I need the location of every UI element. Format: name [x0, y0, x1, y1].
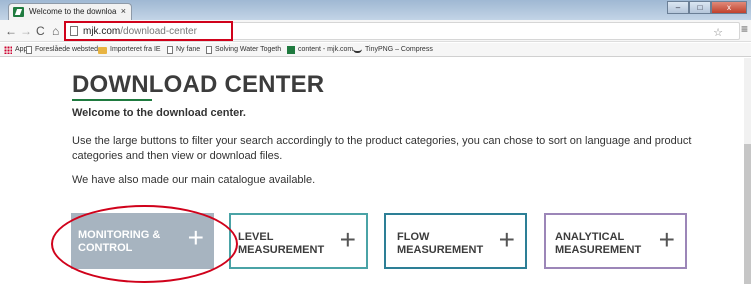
- level-measurement-button[interactable]: LEVEL MEASUREMENT +: [229, 213, 368, 269]
- tab-close-icon[interactable]: ×: [121, 4, 126, 19]
- category-label-line2: CONTROL: [78, 242, 133, 254]
- browser-tab[interactable]: Welcome to the downloa ×: [8, 3, 132, 20]
- tab-title: Welcome to the downloa: [29, 7, 117, 16]
- scrollbar-thumb[interactable]: [744, 144, 751, 284]
- category-label-line1: MONITORING &: [78, 229, 161, 241]
- category-label-line1: FLOW: [397, 231, 430, 243]
- apps-icon: [4, 46, 12, 54]
- folder-icon: [98, 46, 107, 54]
- monitoring-control-button[interactable]: MONITORING & CONTROL +: [71, 213, 214, 269]
- browser-menu-icon[interactable]: ≡: [741, 22, 748, 36]
- bookmark-label: TinyPNG – Compress: [365, 46, 433, 53]
- bookmark-item[interactable]: Foreslåede websteder: [26, 43, 104, 57]
- plus-icon: +: [187, 222, 204, 253]
- category-label: MONITORING & CONTROL: [78, 229, 160, 255]
- category-label-line1: ANALYTICAL: [555, 231, 625, 243]
- back-arrow-icon[interactable]: ←: [5, 23, 17, 39]
- home-icon[interactable]: ⌂: [52, 23, 59, 39]
- mjk-icon: [287, 46, 295, 54]
- page-icon: [167, 46, 173, 54]
- bookmark-item[interactable]: content - mjk.com: [287, 43, 353, 57]
- page-title: DOWNLOAD CENTER: [72, 71, 325, 98]
- reload-icon[interactable]: C: [36, 23, 45, 39]
- tinypng-icon: [353, 47, 362, 53]
- page-icon: [206, 46, 212, 54]
- plus-icon: +: [339, 224, 356, 255]
- title-underline: [72, 99, 152, 101]
- catalogue-text: We have also made our main catalogue ava…: [72, 174, 316, 186]
- close-window-button[interactable]: x: [711, 1, 747, 14]
- bookmark-label: Ny fane: [176, 46, 201, 53]
- bookmark-item[interactable]: Importeret fra IE: [98, 43, 161, 57]
- bookmarks-bar: Apps Foreslåede websteder Importeret fra…: [0, 43, 751, 57]
- analytical-measurement-button[interactable]: ANALYTICAL MEASUREMENT +: [544, 213, 687, 269]
- page-viewport: DOWNLOAD CENTER Welcome to the download …: [0, 58, 751, 284]
- welcome-heading: Welcome to the download center.: [72, 107, 246, 119]
- browser-titlebar: Welcome to the downloa × – □ x: [0, 0, 751, 20]
- category-label-line2: MEASUREMENT: [555, 244, 642, 256]
- category-label-line2: MEASUREMENT: [397, 244, 484, 256]
- window-controls: – □ x: [667, 1, 747, 14]
- bookmark-label: content - mjk.com: [298, 46, 354, 53]
- scrollbar[interactable]: [744, 58, 751, 284]
- mjk-favicon-icon: [13, 7, 24, 17]
- page-icon: [26, 46, 32, 54]
- category-label: ANALYTICAL MEASUREMENT: [555, 231, 641, 257]
- bookmark-item[interactable]: Ny fane: [167, 43, 200, 57]
- bookmark-star-icon[interactable]: ☆: [713, 26, 723, 39]
- maximize-button[interactable]: □: [689, 1, 711, 14]
- bookmark-label: Foreslåede websteder: [35, 46, 105, 53]
- intro-text: Use the large buttons to filter your sea…: [72, 135, 692, 162]
- plus-icon: +: [658, 224, 675, 255]
- flow-measurement-button[interactable]: FLOW MEASUREMENT +: [384, 213, 527, 269]
- category-label-line2: MEASUREMENT: [238, 244, 325, 256]
- bookmark-item[interactable]: Solving Water Togeth: [206, 43, 281, 57]
- bookmark-item[interactable]: TinyPNG – Compress: [353, 43, 433, 57]
- forward-arrow-icon[interactable]: →: [20, 23, 32, 39]
- category-label-line1: LEVEL: [238, 231, 274, 243]
- category-label: LEVEL MEASUREMENT: [238, 231, 324, 257]
- bookmark-label: Importeret fra IE: [110, 46, 161, 53]
- plus-icon: +: [498, 224, 515, 255]
- category-label: FLOW MEASUREMENT: [397, 231, 483, 257]
- url-highlight-annotation: [64, 21, 233, 41]
- minimize-button[interactable]: –: [667, 1, 689, 14]
- bookmark-label: Solving Water Togeth: [215, 46, 282, 53]
